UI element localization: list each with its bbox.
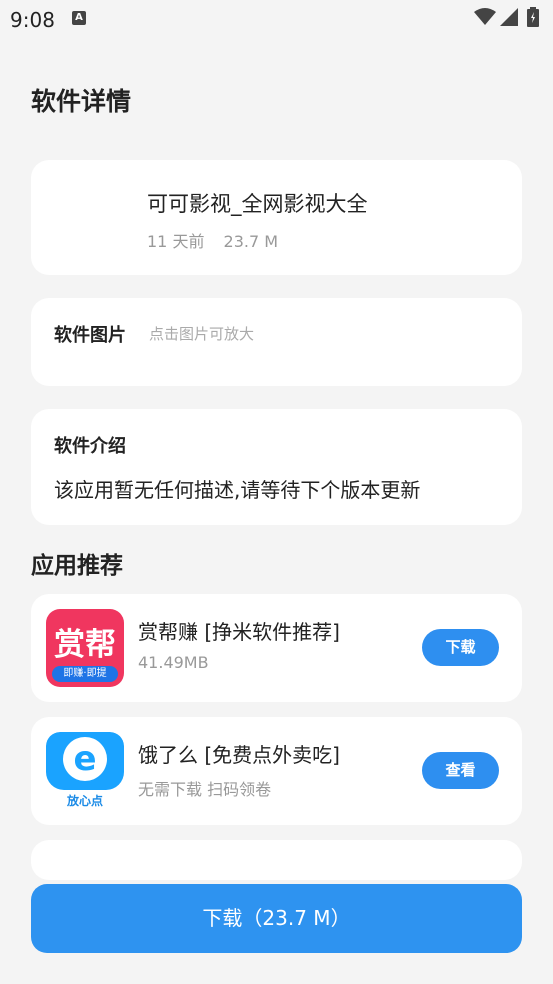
wifi-icon [474, 8, 496, 25]
notification-a-icon: A [72, 11, 86, 25]
download-main-button[interactable]: 下载（23.7 M） [31, 884, 522, 953]
signal-icon [500, 8, 518, 26]
app-name: 可可影视_全网影视大全 [147, 192, 368, 216]
eleme-icon: e 放心点 [46, 732, 124, 810]
recommend-item-name: 饿了么 [免费点外卖吃] [138, 743, 340, 767]
download-button[interactable]: 下载 [422, 629, 499, 666]
screenshots-label: 软件图片 [54, 325, 126, 346]
recommend-item-partial[interactable] [31, 840, 522, 880]
view-button[interactable]: 查看 [422, 752, 499, 789]
intro-label: 软件介绍 [54, 436, 126, 457]
recommend-title: 应用推荐 [31, 553, 123, 579]
shangbangzhuan-icon-strip: 即赚·即提 [52, 666, 118, 682]
intro-card: 软件介绍 该应用暂无任何描述,请等待下个版本更新 [31, 409, 522, 525]
shangbangzhuan-icon: 赏帮 即赚·即提 [46, 609, 124, 687]
recommend-item[interactable]: e 放心点 饿了么 [免费点外卖吃] 无需下载 扫码领卷 查看 [31, 717, 522, 825]
app-info-card: 可可影视_全网影视大全 11 天前 23.7 M [31, 160, 522, 275]
app-size: 23.7 M [223, 232, 279, 251]
recommend-item-sub: 41.49MB [138, 653, 209, 672]
recommend-item-name: 赏帮赚 [挣米软件推荐] [138, 620, 340, 644]
app-meta: 11 天前 23.7 M [147, 228, 278, 252]
screenshots-hint: 点击图片可放大 [149, 325, 255, 343]
shangbangzhuan-icon-text: 赏帮 [54, 627, 116, 663]
status-time: 9:08 [10, 8, 55, 32]
eleme-icon-letter: e [63, 737, 107, 781]
intro-body: 该应用暂无任何描述,请等待下个版本更新 [54, 478, 421, 502]
status-bar: 9:08 A [0, 0, 553, 40]
page-title: 软件详情 [31, 87, 132, 116]
eleme-icon-text: 放心点 [66, 794, 103, 808]
recommend-item-sub: 无需下载 扫码领卷 [138, 780, 272, 799]
battery-icon [527, 7, 539, 27]
app-updated: 11 天前 [147, 232, 205, 251]
screenshots-card[interactable]: 软件图片 点击图片可放大 [31, 298, 522, 386]
recommend-item[interactable]: 赏帮 即赚·即提 赏帮赚 [挣米软件推荐] 41.49MB 下载 [31, 594, 522, 702]
